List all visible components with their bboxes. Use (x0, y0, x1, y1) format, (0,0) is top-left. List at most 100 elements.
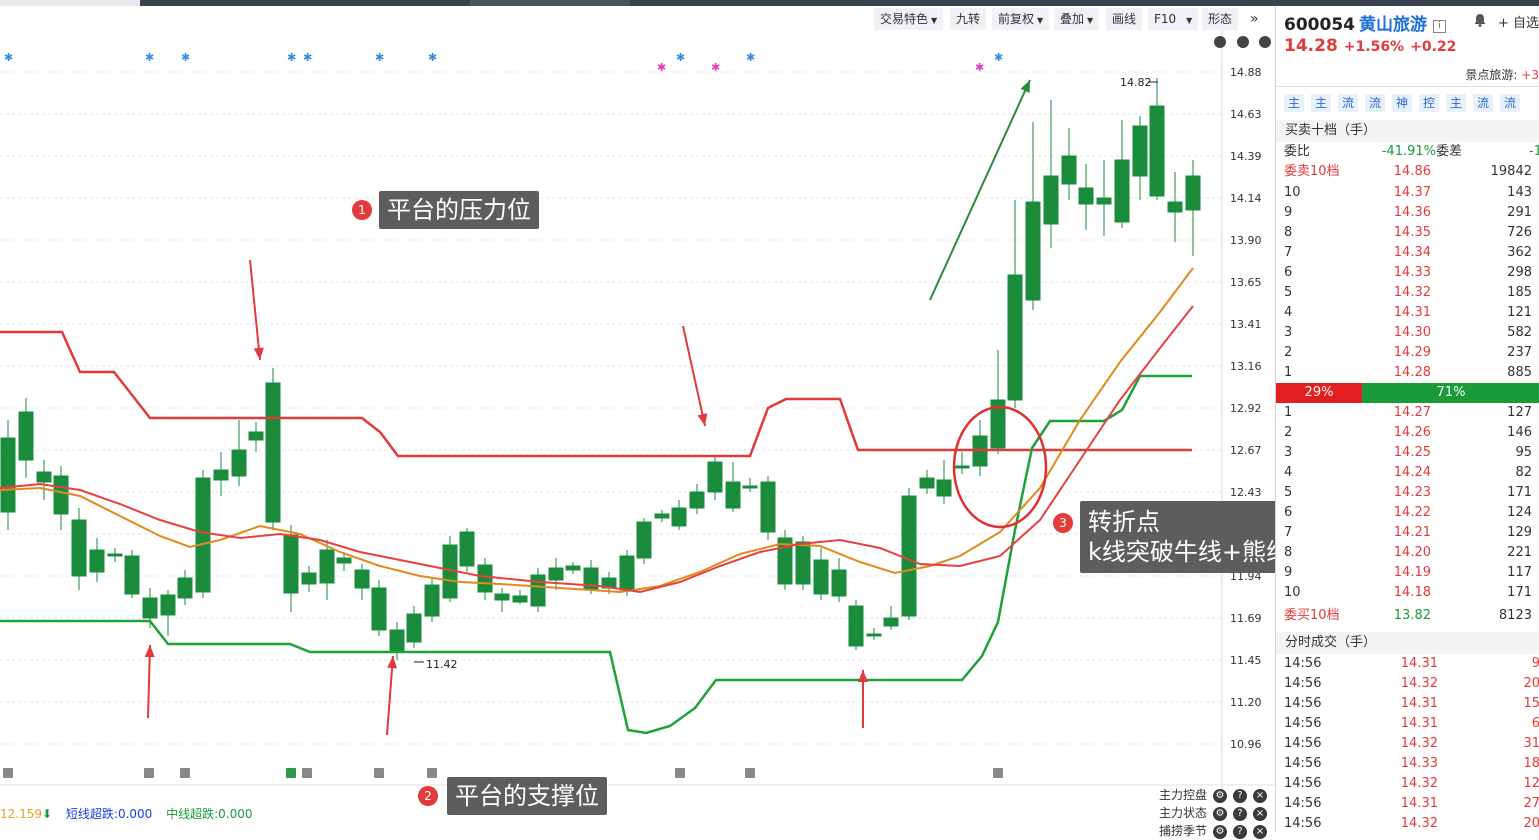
short-oversold-label: 短线超跌: (65, 807, 118, 821)
candle-body (477, 564, 493, 593)
feature-tag[interactable]: 控 (1419, 94, 1439, 112)
level-volume: 95 (1515, 445, 1532, 460)
order-level-row[interactable]: 10 14.37 143 (1276, 183, 1539, 203)
order-level-row[interactable]: 1 14.27 127 (1276, 403, 1539, 423)
order-level-row[interactable]: 3 14.25 95 (1276, 443, 1539, 463)
gear-icon[interactable]: ⚙ (1213, 788, 1227, 803)
level-price: 14.34 (1393, 245, 1431, 260)
divider (1276, 86, 1539, 87)
order-level-row[interactable]: 5 14.32 185 (1276, 283, 1539, 303)
order-level-row[interactable]: 3 14.30 582 (1276, 323, 1539, 343)
add-favorite-button[interactable]: + 自选 (1498, 12, 1539, 31)
f10-dropdown[interactable]: F10 ▼ (1148, 8, 1200, 30)
panel-label[interactable]: 主力控盘 (1159, 788, 1207, 802)
candle-body (1132, 125, 1148, 177)
event-marker-icon (286, 768, 296, 778)
trade-volume: 20 (1523, 676, 1539, 691)
level-number: 3 (1284, 445, 1293, 460)
feature-tag[interactable]: 神 (1392, 94, 1412, 112)
order-level-row[interactable]: 5 14.23 171 (1276, 483, 1539, 503)
trade-time: 14:56 (1284, 656, 1322, 671)
help-icon[interactable]: ? (1233, 806, 1247, 821)
candle-body (1007, 274, 1023, 401)
level-volume: 124 (1507, 505, 1532, 520)
indicator-values: 12.159⬇ 短线超跌:0.000 中线超跌:0.000 (0, 805, 253, 822)
candle-body (530, 574, 546, 607)
info-icon[interactable]: i (1432, 20, 1446, 33)
price-axis-label: 11.45 (1230, 654, 1262, 667)
collapse-chevron-icon[interactable]: » (1244, 8, 1266, 30)
toolbar-label: 叠加 (1060, 12, 1085, 26)
star-marker-icon: ✱ (181, 51, 190, 64)
level-volume: 146 (1507, 425, 1532, 440)
bell-icon[interactable] (1472, 12, 1488, 28)
sector-info[interactable]: 景点旅游: +3 (1465, 66, 1539, 83)
order-level-row[interactable]: 8 14.35 726 (1276, 223, 1539, 243)
feature-tag[interactable]: 主 (1284, 94, 1304, 112)
candle-body (760, 481, 776, 533)
close-icon[interactable]: × (1253, 806, 1267, 821)
price-axis-label: 11.20 (1230, 696, 1262, 709)
pattern-button[interactable]: 形态 (1202, 8, 1240, 30)
order-level-row[interactable]: 4 14.24 82 (1276, 463, 1539, 483)
panel-label[interactable]: 主力状态 (1159, 806, 1207, 820)
feature-tag[interactable]: 主 (1311, 94, 1331, 112)
trade-volume: 6 (1532, 714, 1539, 734)
candle-body (371, 587, 387, 631)
gear-icon[interactable]: ⚙ (1213, 806, 1227, 821)
adjust-dropdown[interactable]: 前复权 ▼ (992, 8, 1051, 30)
kline-chart[interactable]: 14.88 14.63 14.39 14.14 13.90 13.65 13.41 13.16… (0, 30, 1347, 832)
order-level-row[interactable]: 10 14.18 171 (1276, 583, 1539, 603)
price-axis-label: 13.65 (1230, 276, 1262, 289)
candle-body (53, 475, 69, 515)
order-level-row[interactable]: 2 14.29 237 (1276, 343, 1539, 363)
feature-tag[interactable]: 流 (1365, 94, 1385, 112)
order-level-row[interactable]: 8 14.20 221 (1276, 543, 1539, 563)
order-level-row[interactable]: 7 14.34 362 (1276, 243, 1539, 263)
top-tab[interactable] (470, 0, 630, 6)
weicha-value: -1 (1529, 144, 1539, 159)
order-level-row[interactable]: 4 14.31 121 (1276, 303, 1539, 323)
candle-body (389, 629, 405, 653)
candle-body (866, 633, 882, 637)
trade-volume: 12 (1523, 776, 1539, 791)
order-level-row[interactable]: 9 14.36 291 (1276, 203, 1539, 223)
order-level-row[interactable]: 1 14.28 885 (1276, 363, 1539, 383)
order-level-row[interactable]: 6 14.33 298 (1276, 263, 1539, 283)
sector-label: 景点旅游: (1465, 68, 1518, 82)
sell-total-vol: 19842 (1490, 164, 1532, 179)
candle-body (848, 605, 864, 647)
trade-price: 14.31 (1400, 796, 1438, 811)
caret-down-icon: ▼ (1186, 16, 1193, 25)
level-price: 14.29 (1393, 345, 1431, 360)
order-level-row[interactable]: 6 14.22 124 (1276, 503, 1539, 523)
top-tab[interactable] (0, 0, 140, 6)
panel-label[interactable]: 捕捞季节 (1159, 824, 1207, 838)
candle-body (1025, 201, 1041, 301)
time-sales-title: 分时成交（手） (1276, 632, 1539, 654)
stock-name[interactable]: 黄山旅游 (1359, 15, 1427, 35)
candle-body (742, 485, 758, 489)
toolbar-label: 画线 (1112, 12, 1137, 26)
short-oversold-value: 0.000 (117, 807, 153, 821)
arrow-down-head (697, 413, 708, 426)
star-marker-icon: ✱ (287, 51, 296, 64)
nine-turn-button[interactable]: 九转 (950, 8, 988, 30)
weibi-value: -41.91% (1381, 144, 1436, 159)
feature-tag[interactable]: 流 (1500, 94, 1520, 112)
draw-line-button[interactable]: 画线 (1106, 8, 1144, 30)
feature-tag[interactable]: 流 (1338, 94, 1358, 112)
trade-time: 14:56 (1284, 696, 1322, 711)
trade-feature-dropdown[interactable]: 交易特色 ▼ (874, 8, 945, 30)
order-level-row[interactable]: 2 14.26 146 (1276, 423, 1539, 443)
overlay-dropdown[interactable]: 叠加 ▼ (1054, 8, 1101, 30)
candle-body (936, 479, 952, 497)
order-level-row[interactable]: 7 14.21 129 (1276, 523, 1539, 543)
help-icon[interactable]: ? (1233, 788, 1247, 803)
level-number: 5 (1284, 285, 1293, 300)
close-icon[interactable]: × (1253, 788, 1267, 803)
feature-tag[interactable]: 流 (1473, 94, 1493, 112)
level-volume: 117 (1507, 565, 1532, 580)
order-level-row[interactable]: 9 14.19 117 (1276, 563, 1539, 583)
feature-tag[interactable]: 主 (1446, 94, 1466, 112)
